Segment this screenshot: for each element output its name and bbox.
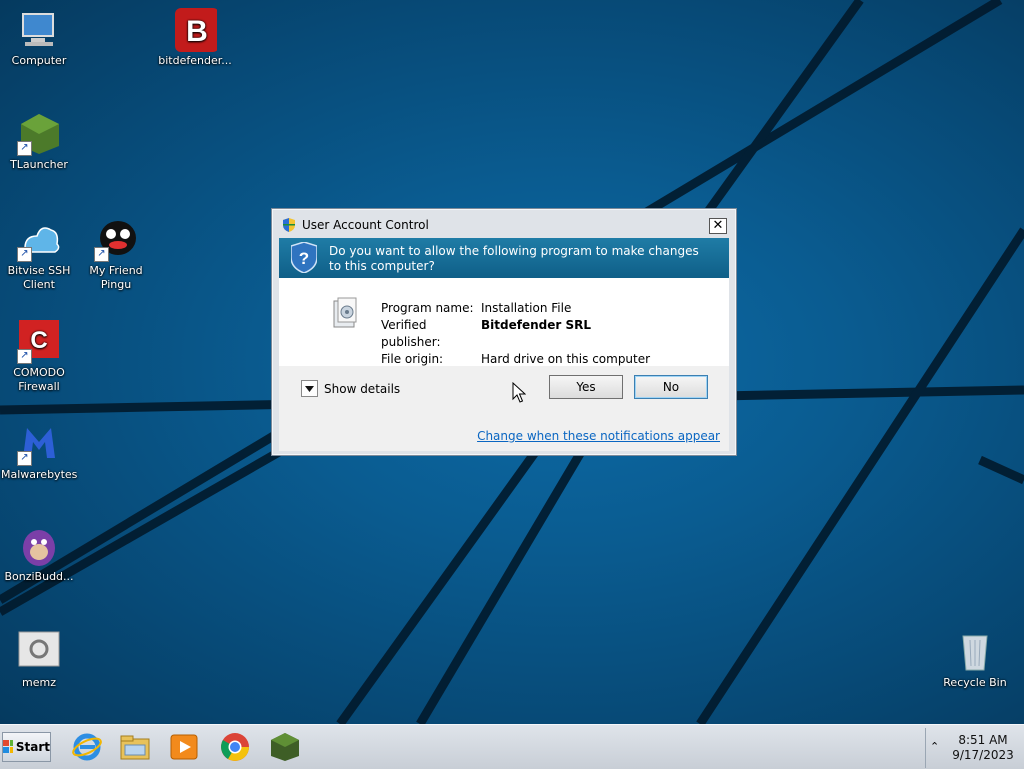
desktop-icon-label: Recycle Bin (943, 676, 1007, 689)
desktop-icon-computer[interactable]: Computer (1, 8, 77, 68)
desktop-icon-label: COMODO Firewall (13, 366, 65, 393)
show-details-toggle[interactable]: Show details (301, 380, 400, 397)
field-label: Program name: (381, 301, 474, 315)
shortcut-arrow-icon: ↗ (94, 247, 109, 262)
desktop-icon-memz[interactable]: memz (1, 630, 77, 690)
system-tray: ⌃ 8:51 AM 9/17/2023 (925, 728, 1024, 768)
bitvise-icon: ↗ (17, 218, 61, 262)
desktop-icon-comodo[interactable]: C ↗ COMODO Firewall (1, 320, 77, 394)
question-shield-icon: ? (291, 242, 317, 273)
start-button[interactable]: Start (2, 732, 51, 762)
desktop-icon-label: Malwarebytes (1, 468, 78, 481)
shortcut-arrow-icon: ↗ (17, 349, 32, 364)
program-info-panel: Program name: Installation File Verified… (279, 278, 729, 366)
internet-explorer-icon[interactable] (71, 731, 103, 763)
clock-time: 8:51 AM (958, 733, 1008, 747)
uac-question: Do you want to allow the following progr… (329, 244, 699, 273)
computer-icon (17, 8, 61, 52)
windows-logo-icon (3, 740, 13, 753)
publisher-value: Bitdefender SRL (481, 318, 591, 332)
desktop-icon-bonzibuddy[interactable]: BonziBudd... (1, 524, 77, 584)
shortcut-arrow-icon: ↗ (17, 141, 32, 156)
bonzibuddy-icon (17, 524, 61, 568)
shortcut-arrow-icon: ↗ (17, 451, 32, 466)
svg-text:?: ? (299, 249, 309, 268)
desktop-icon-bitdefender[interactable]: B bitdefender... (157, 8, 233, 68)
field-label: Verified publisher: (381, 318, 441, 349)
program-name-value: Installation File (481, 301, 572, 315)
desktop-icon-pingu[interactable]: ↗ My Friend Pingu (78, 218, 154, 292)
pingu-icon: ↗ (94, 218, 138, 262)
comodo-icon: C ↗ (17, 320, 61, 364)
shortcut-arrow-icon: ↗ (17, 247, 32, 262)
desktop-icon-tlauncher[interactable]: ↗ TLauncher (1, 112, 77, 172)
clock-date: 9/17/2023 (952, 748, 1014, 762)
dialog-titlebar[interactable]: User Account Control ✕ (272, 209, 736, 237)
program-name-row: Program name: Installation File (381, 300, 650, 317)
uac-shield-icon (283, 218, 295, 232)
start-label: Start (15, 740, 50, 754)
tlauncher-icon: ↗ (17, 112, 61, 156)
uac-dialog: User Account Control ✕ ? Do you want to … (271, 208, 737, 456)
show-hidden-icons-icon[interactable]: ⌃ (930, 740, 939, 753)
dialog-footer: Show details Yes No Change when these no… (279, 366, 729, 451)
desktop-icon-label: Bitvise SSH Client (7, 264, 71, 291)
publisher-row: Verified publisher: Bitdefender SRL (381, 317, 650, 351)
question-banner: ? Do you want to allow the following pro… (279, 238, 729, 278)
svg-text:B: B (186, 15, 208, 48)
minecraft-icon[interactable] (269, 731, 301, 763)
desktop-icon-label: Computer (11, 54, 67, 67)
installer-icon (333, 297, 357, 328)
file-explorer-icon[interactable] (119, 731, 151, 763)
recycle-bin-icon (953, 630, 997, 674)
memz-icon (17, 630, 61, 674)
desktop-icon-label: TLauncher (10, 158, 68, 171)
close-button[interactable]: ✕ (709, 218, 727, 234)
desktop-icon-malwarebytes[interactable]: ↗ Malwarebytes (1, 422, 77, 482)
malwarebytes-icon: ↗ (17, 422, 61, 466)
bitdefender-icon: B (173, 8, 219, 52)
taskbar: Start ⌃ 8:51 AM 9/17/2023 (0, 724, 1024, 769)
show-details-label: Show details (324, 381, 401, 396)
desktop-icon-bitvise[interactable]: ↗ Bitvise SSH Client (1, 218, 77, 292)
mouse-cursor-icon (512, 382, 526, 403)
dialog-title: User Account Control (302, 218, 429, 232)
desktop-icon-label: My Friend Pingu (89, 264, 143, 291)
change-notifications-link[interactable]: Change when these notifications appear (477, 429, 720, 443)
svg-text:C: C (30, 327, 47, 354)
program-details: Program name: Installation File Verified… (381, 300, 650, 368)
desktop-icon-label: bitdefender... (158, 54, 232, 67)
clock[interactable]: 8:51 AM 9/17/2023 (946, 733, 1020, 763)
chevron-down-icon[interactable] (301, 380, 318, 397)
yes-button[interactable]: Yes (549, 375, 623, 399)
no-button[interactable]: No (634, 375, 708, 399)
chrome-icon[interactable] (219, 731, 251, 763)
desktop-icon-recycle-bin[interactable]: Recycle Bin (937, 630, 1013, 690)
desktop-icon-label: memz (22, 676, 56, 689)
media-player-icon[interactable] (168, 731, 200, 763)
desktop-icon-label: BonziBudd... (4, 570, 74, 583)
